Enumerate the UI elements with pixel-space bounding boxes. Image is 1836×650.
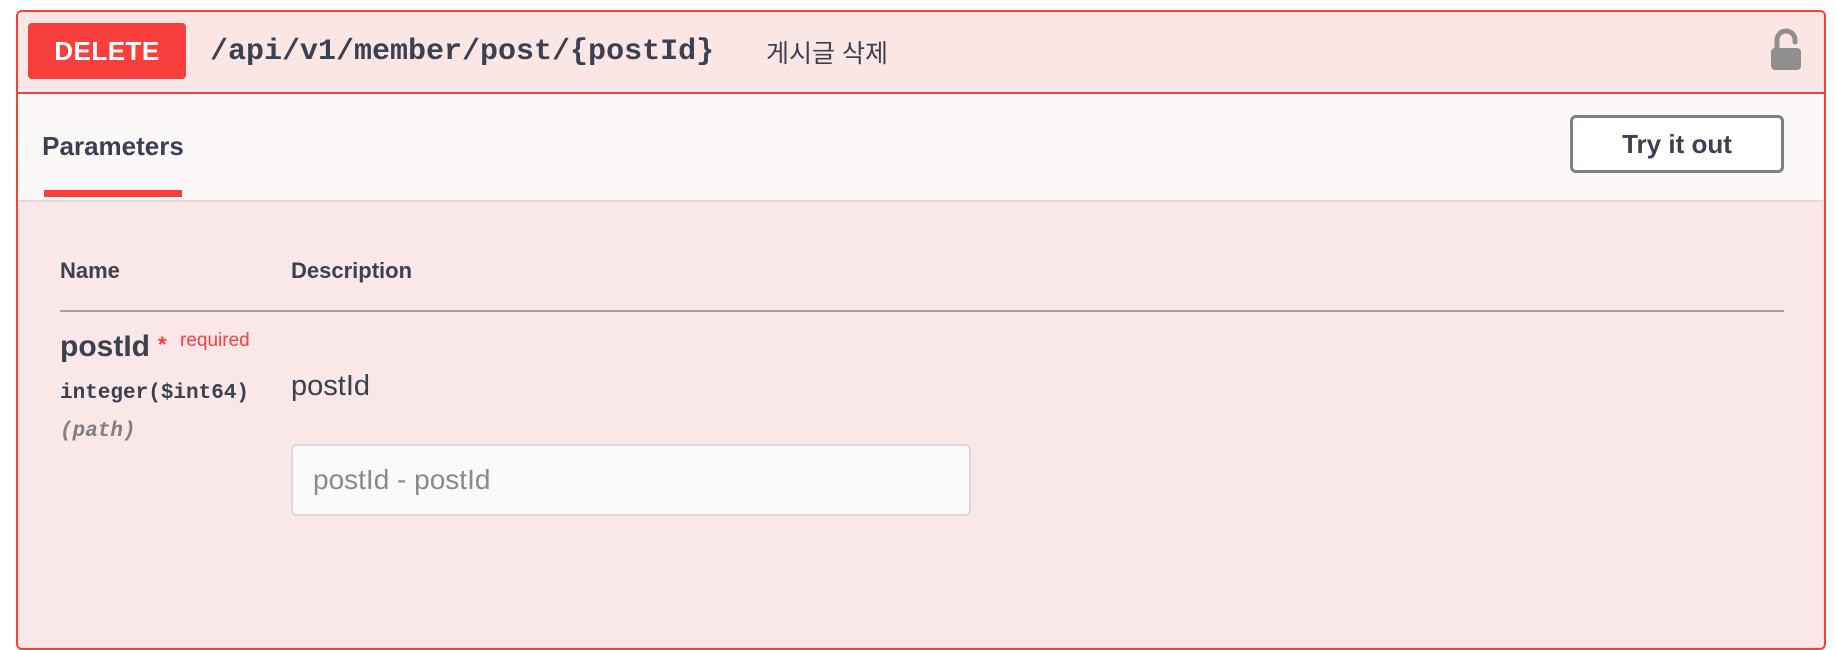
parameter-name: postId <box>60 330 150 363</box>
required-asterisk: * <box>158 332 167 357</box>
endpoint-path: /api/v1/member/post/{postId} <box>210 35 715 69</box>
column-header-description: Description <box>291 258 413 283</box>
try-it-out-button[interactable]: Try it out <box>1570 115 1784 173</box>
column-header-name: Name <box>60 258 120 283</box>
parameter-location: (path) <box>60 420 136 443</box>
operation-summary-bar[interactable]: DELETE /api/v1/member/post/{postId} 게시글 … <box>18 12 1824 94</box>
tab-parameters[interactable]: Parameters <box>42 94 184 198</box>
unlocked-padlock-icon[interactable] <box>1768 28 1804 72</box>
parameter-type: integer($int64) <box>60 382 250 405</box>
tab-header: Parameters Try it out <box>18 94 1824 200</box>
operation-block: DELETE /api/v1/member/post/{postId} 게시글 … <box>16 10 1826 650</box>
required-label: required <box>180 330 250 351</box>
active-tab-indicator <box>44 190 182 197</box>
http-method-badge: DELETE <box>28 23 186 79</box>
postid-input[interactable] <box>291 444 971 516</box>
endpoint-summary: 게시글 삭제 <box>766 40 888 68</box>
table-header-divider <box>60 310 1784 312</box>
parameter-description: postId <box>291 370 370 402</box>
